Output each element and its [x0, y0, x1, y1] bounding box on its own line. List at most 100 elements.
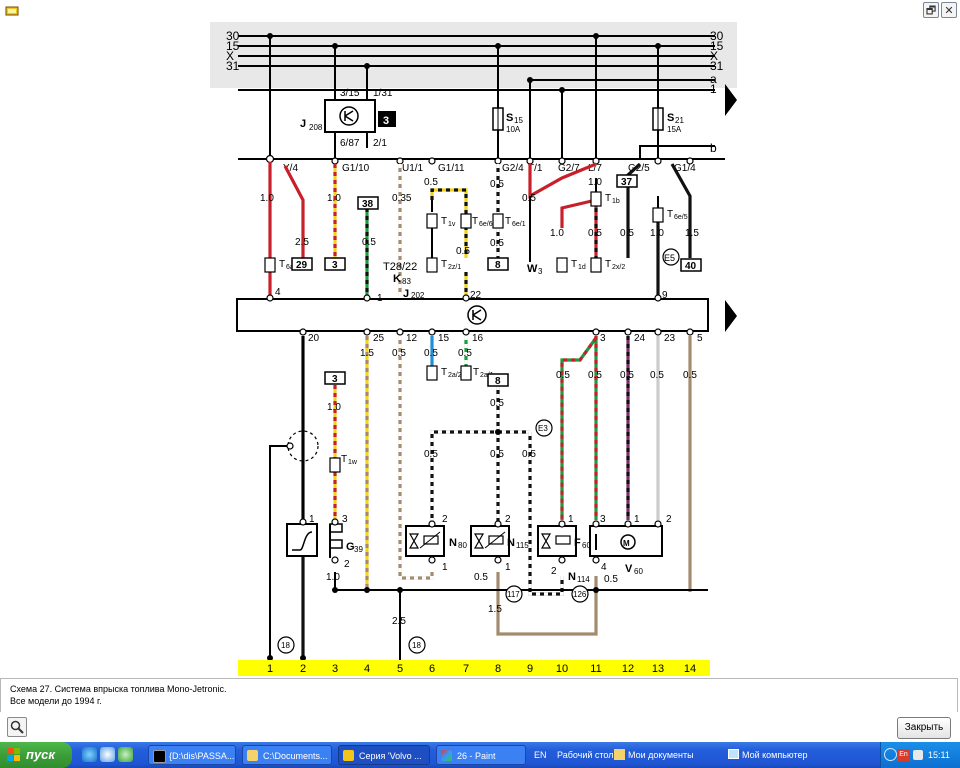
- svg-text:126: 126: [573, 590, 587, 599]
- app-book-icon: [5, 6, 19, 16]
- svg-text:38: 38: [362, 199, 374, 210]
- close-button[interactable]: Закрыть: [897, 717, 951, 739]
- svg-text:1: 1: [505, 562, 511, 573]
- search-button[interactable]: [7, 717, 27, 737]
- svg-text:1.5: 1.5: [360, 348, 374, 359]
- svg-text:10: 10: [556, 663, 568, 675]
- wire-stripe: [430, 430, 530, 522]
- svg-text:3: 3: [332, 260, 338, 271]
- fuse-s15[interactable]: S 15 10A: [492, 107, 523, 134]
- svg-text:8: 8: [495, 663, 501, 675]
- task-console[interactable]: {D:\dis\PASSA...: [148, 745, 236, 765]
- upper-wire-sizes: 1.0 2.5 1.0 0.35 0.5 0.5 0.5 0.5 1.0 0.5…: [260, 177, 699, 257]
- fuse-s21[interactable]: S 21 15A: [652, 107, 684, 134]
- svg-text:2: 2: [666, 514, 672, 525]
- taskbar: пуск {D:\dis\PASSA... C:\Documents... Се…: [0, 742, 960, 768]
- svg-text:2.5: 2.5: [295, 237, 309, 248]
- svg-text:0.5: 0.5: [556, 370, 570, 381]
- task-documents[interactable]: C:\Documents...: [242, 745, 332, 765]
- tray-expand-icon[interactable]: [884, 748, 897, 761]
- svg-text:83: 83: [402, 277, 411, 286]
- svg-text:0.5: 0.5: [604, 574, 618, 585]
- svg-text:1.0: 1.0: [650, 228, 664, 239]
- my-documents-label: Мои документы: [628, 750, 694, 760]
- documents-folder-icon: [614, 749, 625, 760]
- svg-text:0.5: 0.5: [683, 370, 697, 381]
- svg-text:20: 20: [308, 333, 320, 344]
- start-button[interactable]: пуск: [0, 742, 72, 768]
- svg-text:4: 4: [601, 562, 607, 573]
- svg-text:39: 39: [354, 545, 363, 554]
- svg-text:6: 6: [429, 663, 435, 675]
- svg-text:M: M: [623, 539, 630, 548]
- svg-text:T: T: [667, 209, 673, 220]
- desktop-link[interactable]: Рабочий стол: [557, 742, 614, 768]
- valve-n114-sub: 114: [577, 575, 590, 584]
- restore-button[interactable]: 🗗: [923, 2, 939, 18]
- svg-text:1: 1: [568, 514, 574, 525]
- svg-text:2.5: 2.5: [392, 616, 406, 627]
- svg-text:S: S: [506, 112, 513, 124]
- svg-text:2: 2: [300, 663, 306, 675]
- svg-text:3: 3: [332, 663, 338, 675]
- valve-n114-label: N: [568, 571, 576, 583]
- task-paint[interactable]: 26 - Paint: [436, 745, 526, 765]
- svg-text:7: 7: [463, 663, 469, 675]
- continuation-arrow-top[interactable]: [725, 84, 737, 116]
- svg-text:T: T: [441, 216, 447, 227]
- svg-text:5: 5: [397, 663, 403, 675]
- svg-text:1: 1: [377, 293, 383, 304]
- wire: [430, 430, 530, 522]
- svg-text:11: 11: [590, 663, 601, 675]
- relay-badge: 3: [383, 115, 389, 127]
- svg-text:1.0: 1.0: [260, 193, 274, 204]
- svg-text:V: V: [625, 563, 633, 575]
- quicklaunch-media-icon[interactable]: [118, 747, 133, 762]
- svg-text:0.5: 0.5: [620, 228, 634, 239]
- svg-text:4: 4: [364, 663, 370, 675]
- svg-text:1.5: 1.5: [685, 228, 699, 239]
- svg-text:2: 2: [442, 514, 448, 525]
- svg-text:0.35: 0.35: [392, 193, 412, 204]
- book-icon: [343, 750, 354, 761]
- caption-line-1: Схема 27. Система впрыска топлива Mono-J…: [10, 684, 227, 694]
- svg-text:G1/11: G1/11: [438, 163, 465, 174]
- wire-stripe: [560, 337, 598, 520]
- tray-volume-icon[interactable]: [913, 750, 923, 760]
- valve-n80[interactable]: N 80 2 1: [405, 514, 467, 573]
- svg-text:115: 115: [516, 541, 529, 550]
- svg-text:8: 8: [495, 376, 501, 387]
- tray-language-badge[interactable]: En: [897, 749, 910, 761]
- quicklaunch-network-icon[interactable]: [100, 747, 115, 762]
- svg-text:21: 21: [675, 116, 684, 125]
- bus-letter: b: [710, 141, 717, 155]
- continuation-arrow-ecu[interactable]: [725, 300, 737, 332]
- relay-j208[interactable]: 3 J 208 3/15 1/31 6/87 2/1: [300, 88, 396, 149]
- svg-text:3: 3: [342, 514, 348, 525]
- svg-text:T: T: [605, 259, 611, 270]
- svg-text:3: 3: [600, 514, 606, 525]
- svg-text:1.0: 1.0: [588, 177, 602, 188]
- svg-text:1.0: 1.0: [327, 193, 341, 204]
- svg-text:2: 2: [344, 559, 350, 570]
- svg-text:2: 2: [505, 514, 511, 525]
- svg-text:1.0: 1.0: [327, 402, 341, 413]
- lower-terminal-labels: T 2a/2 T 2a/1 T 1w: [341, 367, 494, 466]
- my-computer-link[interactable]: Мой компьютер: [728, 742, 808, 768]
- language-indicator[interactable]: EN: [534, 742, 547, 768]
- svg-text:15: 15: [438, 333, 450, 344]
- window-titlebar: 🗗 ✕: [0, 0, 960, 22]
- svg-text:1w: 1w: [348, 459, 358, 466]
- paint-icon: [441, 750, 452, 761]
- wire: [560, 337, 598, 520]
- svg-text:29: 29: [296, 260, 308, 271]
- svg-text:6e/6: 6e/6: [479, 221, 493, 228]
- my-documents-link[interactable]: Мои документы: [614, 742, 694, 768]
- quicklaunch-browser-icon[interactable]: [82, 747, 97, 762]
- sensor-g39[interactable]: G 39 1 3 2: [286, 514, 363, 570]
- window-close-button[interactable]: ✕: [941, 2, 957, 18]
- task-volvo-series[interactable]: Серия 'Volvo ...: [338, 745, 430, 765]
- svg-text:T: T: [473, 367, 479, 378]
- svg-text:0.5: 0.5: [362, 237, 376, 248]
- taskbar-clock: 15:11: [928, 750, 950, 760]
